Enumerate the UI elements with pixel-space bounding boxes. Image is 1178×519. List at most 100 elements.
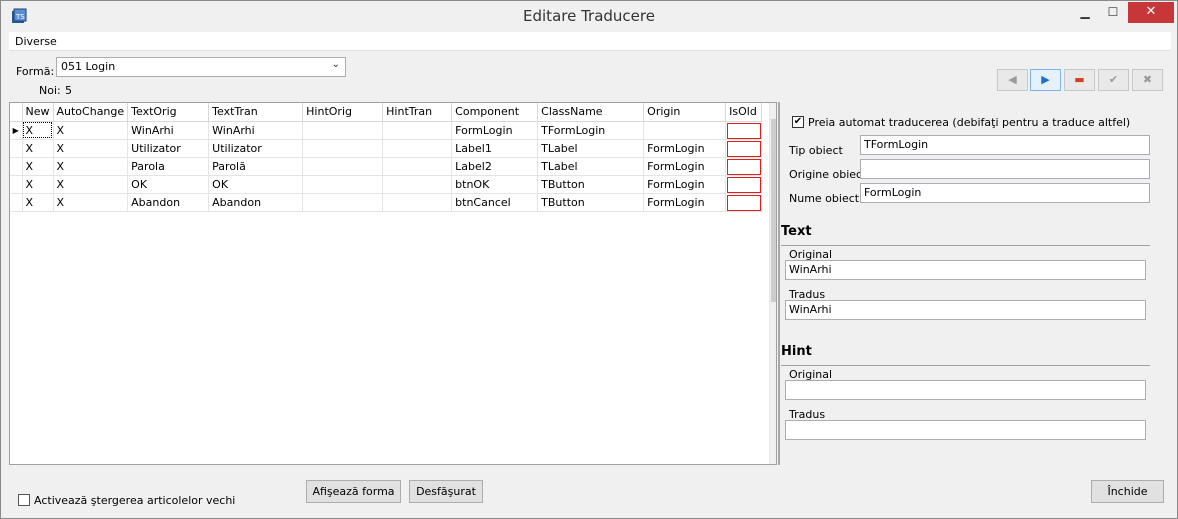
cell-autochange[interactable]: X [53,175,129,194]
table-row[interactable]: X X Abandon Abandon btnCancel TButton Fo… [10,193,763,212]
cell-textorig[interactable]: OK [127,175,210,194]
column-header[interactable]: Origin [643,103,727,122]
cell-isold[interactable] [725,139,763,158]
cell-component[interactable]: btnCancel [451,193,539,212]
cell-isold[interactable] [725,193,763,212]
cell-textorig[interactable]: WinArhi [127,121,210,140]
table-row[interactable]: X X Utilizator Utilizator Label1 TLabel … [10,139,763,158]
cell-texttran[interactable]: Utilizator [208,139,304,158]
close-icon[interactable]: ✕ [1128,2,1174,23]
table-row[interactable]: ▶ X X WinArhi WinArhi FormLogin TFormLog… [10,121,763,140]
cell-new[interactable]: X [22,121,54,140]
hint-tradus-field[interactable] [785,420,1146,440]
column-header[interactable]: TextTran [208,103,304,122]
cell-autochange[interactable]: X [53,157,129,176]
column-header[interactable]: HintOrig [302,103,384,122]
cell-hinttran[interactable] [382,193,453,212]
cell-autochange[interactable]: X [53,139,129,158]
cell-origin[interactable]: FormLogin [643,175,727,194]
column-header[interactable]: IsOld [725,103,763,122]
text-original-field[interactable]: WinArhi [785,260,1146,280]
cell-texttran[interactable]: WinArhi [208,121,304,140]
text-tradus-field[interactable]: WinArhi [785,300,1146,320]
scrollbar-thumb[interactable] [771,119,776,302]
origine-obiect-field[interactable] [860,159,1150,179]
cell-component[interactable]: Label1 [451,139,539,158]
cell-isold[interactable] [725,121,763,140]
cell-classname[interactable]: TLabel [537,139,645,158]
nume-obiect-field[interactable]: FormLogin [860,183,1150,203]
auto-translate-checkbox[interactable]: ✔ [792,116,804,128]
form-select[interactable]: 051 Login ⌄ [56,57,346,77]
cell-origin[interactable]: FormLogin [643,193,727,212]
column-header[interactable]: Component [451,103,539,122]
confirm-button[interactable]: ✔ [1098,69,1129,91]
cell-component[interactable]: Label2 [451,157,539,176]
next-record-button[interactable]: ▶ [1030,69,1061,91]
cell-texttran[interactable]: Abandon [208,193,304,212]
grid-vertical-scrollbar[interactable]: ⌃ ⌄ [769,103,776,464]
close-button[interactable]: Închide [1091,480,1164,503]
cell-hinttran[interactable] [382,175,453,194]
column-header[interactable]: New [22,103,54,122]
cell-new[interactable]: X [22,193,54,212]
cell-hintorig[interactable] [302,157,384,176]
cancel-edit-button[interactable]: ✖ [1132,69,1163,91]
delete-record-button[interactable]: ▬ [1064,69,1095,91]
cell-textorig[interactable]: Abandon [127,193,210,212]
cell-autochange[interactable]: X [53,193,129,212]
cell-hinttran[interactable] [382,157,453,176]
translation-grid[interactable]: New AutoChange TextOrig TextTran HintOri… [9,102,777,465]
cell-new[interactable]: X [22,175,54,194]
cell-origin[interactable] [643,121,727,140]
cell-component[interactable]: btnOK [451,175,539,194]
table-row[interactable]: X X Parola Parolă Label2 TLabel FormLogi… [10,157,763,176]
column-header[interactable]: TextOrig [127,103,210,122]
cell-hintorig[interactable] [302,139,384,158]
cell-hintorig[interactable] [302,193,384,212]
window-title: Editare Traducere [523,7,655,25]
expand-button[interactable]: Desfăşurat [409,480,483,503]
isold-checkbox[interactable] [727,140,761,156]
cell-texttran[interactable]: Parolă [208,157,304,176]
cell-textorig[interactable]: Parola [127,157,210,176]
minimize-icon[interactable]: ▁ [1071,2,1099,23]
table-row[interactable]: X X OK OK btnOK TButton FormLogin [10,175,763,194]
cell-isold[interactable] [725,157,763,176]
cell-classname[interactable]: TFormLogin [537,121,645,140]
isold-checkbox[interactable] [727,176,761,192]
column-header[interactable]: AutoChange [53,103,129,122]
activate-delete-checkbox[interactable] [18,494,30,506]
column-header[interactable]: ClassName [537,103,645,122]
menu-item-diverse[interactable]: Diverse [15,35,57,48]
cell-classname[interactable]: TButton [537,193,645,212]
cell-classname[interactable]: TButton [537,175,645,194]
chevron-down-icon[interactable]: ⌄ [770,448,776,464]
chevron-up-icon[interactable]: ⌃ [770,103,776,119]
cell-classname[interactable]: TLabel [537,157,645,176]
hint-original-field[interactable] [785,380,1146,400]
isold-checkbox[interactable] [727,158,761,174]
maximize-icon[interactable]: ☐ [1099,2,1127,23]
cell-origin[interactable]: FormLogin [643,157,727,176]
cell-component[interactable]: FormLogin [451,121,539,140]
cell-isold[interactable] [725,175,763,194]
noi-label: Noi: [39,84,61,97]
isold-checkbox[interactable] [727,122,761,138]
grid-header-row: New AutoChange TextOrig TextTran HintOri… [10,103,763,122]
column-header[interactable]: HintTran [382,103,453,122]
tip-obiect-field[interactable]: TFormLogin [860,135,1150,155]
isold-checkbox[interactable] [727,194,761,210]
cell-new[interactable]: X [22,139,54,158]
cell-hinttran[interactable] [382,139,453,158]
cell-texttran[interactable]: OK [208,175,304,194]
cell-hinttran[interactable] [382,121,453,140]
prev-record-button[interactable]: ◀ [997,69,1028,91]
cell-new[interactable]: X [22,157,54,176]
cell-origin[interactable]: FormLogin [643,139,727,158]
cell-textorig[interactable]: Utilizator [127,139,210,158]
cell-hintorig[interactable] [302,175,384,194]
cell-autochange[interactable]: X [53,121,129,140]
show-form-button[interactable]: Afişează forma [306,480,401,503]
cell-hintorig[interactable] [302,121,384,140]
